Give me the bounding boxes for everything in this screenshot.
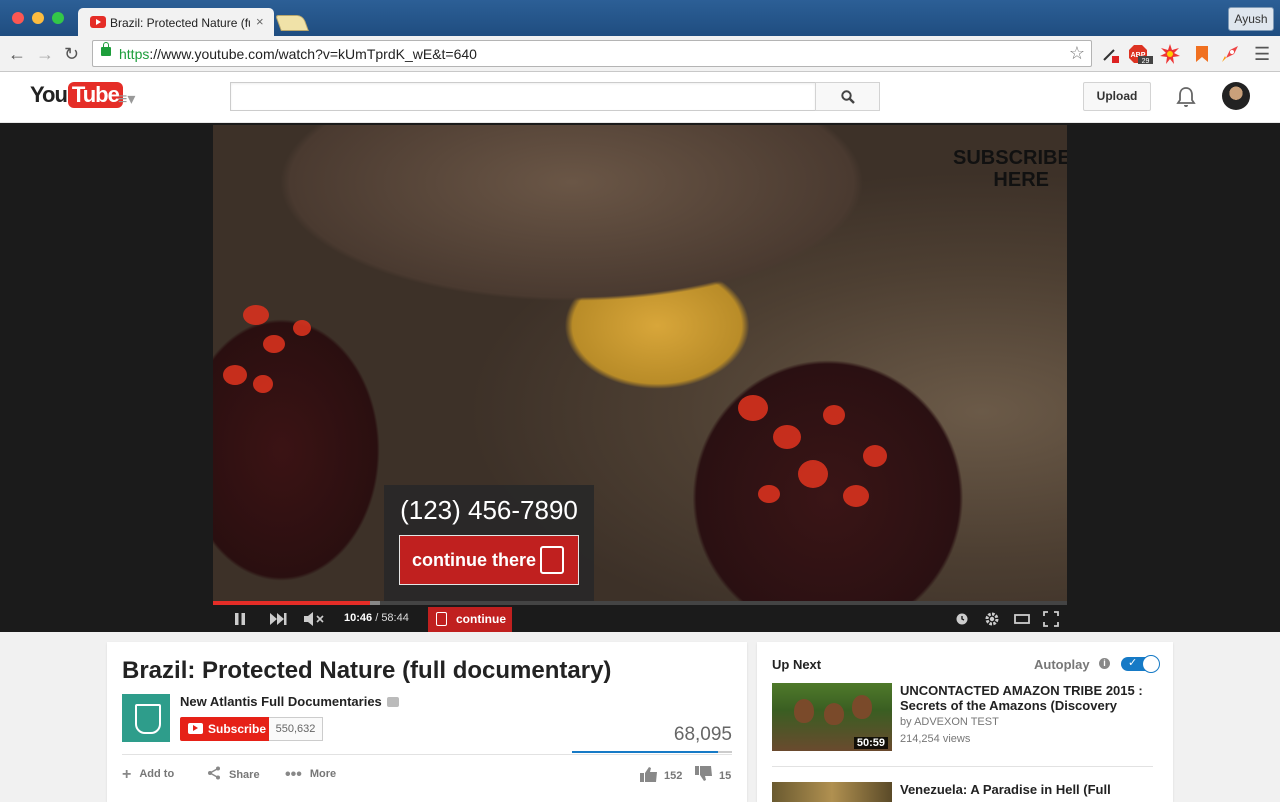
guide-menu-icon[interactable]: ≡▾	[118, 89, 135, 109]
divider	[772, 766, 1153, 767]
url-text: https://www.youtube.com/watch?v=kUmTprdK…	[119, 46, 477, 62]
video-thumbnail[interactable]	[772, 782, 892, 802]
fullscreen-icon[interactable]	[1043, 611, 1059, 627]
subscribe-here-watermark[interactable]: SUBSCRIBE HERE	[953, 147, 1067, 191]
video-link-title[interactable]: Venezuela: A Paradise in Hell (Full	[900, 782, 1160, 797]
share-button[interactable]: Share	[207, 766, 260, 781]
continue-button[interactable]: continue	[428, 607, 512, 632]
account-avatar[interactable]	[1222, 82, 1250, 110]
like-button[interactable]: 152	[640, 766, 682, 782]
back-icon[interactable]: ←	[8, 44, 26, 65]
burst-extension-icon[interactable]	[1160, 44, 1180, 64]
watch-later-icon[interactable]	[956, 613, 968, 625]
subscriber-count: 550,632	[269, 717, 323, 741]
browser-toolbar: ← → ↻ https://www.youtube.com/watch?v=kU…	[0, 36, 1280, 72]
search-icon	[841, 90, 855, 104]
forward-icon[interactable]: →	[36, 44, 54, 65]
video-info-card: Brazil: Protected Nature (full documenta…	[107, 642, 747, 802]
browser-titlebar: Brazil: Protected Nature (fu × Ayush	[0, 0, 1280, 36]
settings-gear-icon[interactable]	[984, 611, 1000, 627]
sentiment-bar	[572, 751, 732, 753]
adblock-extension-icon[interactable]: ABP29	[1128, 44, 1154, 64]
up-next-sidebar: Up Next Autoplay i ✓ 50:59 UNCONTACTED A…	[757, 642, 1173, 802]
autoplay-label: Autoplay	[1034, 657, 1090, 672]
bookmark-star-icon[interactable]: ☆	[1069, 43, 1085, 64]
annotation-overlay: (123) 456-7890 continue there	[384, 485, 594, 603]
time-display: 10:46 / 58:44	[344, 612, 409, 624]
up-next-heading: Up Next	[772, 657, 822, 672]
channel-name[interactable]: New Atlantis Full Documentaries	[180, 694, 382, 709]
svg-text:29: 29	[1142, 58, 1150, 64]
new-tab-button[interactable]	[275, 15, 309, 31]
video-frame[interactable]: SUBSCRIBE HERE	[213, 125, 1067, 603]
verified-badge-icon	[387, 697, 399, 707]
notifications-bell-icon[interactable]	[1176, 86, 1196, 108]
video-thumbnail[interactable]: 50:59	[772, 683, 892, 751]
plus-icon: +	[122, 766, 132, 783]
dislike-button[interactable]: 15	[695, 766, 731, 782]
search-button[interactable]	[815, 82, 880, 111]
search-input[interactable]	[230, 82, 816, 111]
pause-icon[interactable]	[233, 612, 247, 626]
mute-icon[interactable]	[304, 612, 326, 626]
close-window-icon[interactable]	[12, 12, 24, 24]
profile-button[interactable]: Ayush	[1228, 7, 1274, 31]
mobile-device-icon	[436, 612, 447, 626]
video-channel: by ADVEXON TEST	[900, 716, 999, 728]
next-icon[interactable]	[270, 613, 288, 625]
browser-menu-icon[interactable]: ☰	[1254, 44, 1270, 65]
video-duration: 50:59	[853, 737, 888, 749]
video-views: 214,254 views	[900, 733, 971, 745]
minimize-window-icon[interactable]	[32, 12, 44, 24]
bookmark-extension-icon[interactable]	[1192, 44, 1212, 64]
reload-icon[interactable]: ↻	[64, 44, 79, 65]
browser-tab[interactable]: Brazil: Protected Nature (fu ×	[78, 8, 274, 36]
youtube-masthead: You Tube ≡▾ Upload	[0, 72, 1280, 123]
youtube-play-icon	[188, 723, 203, 734]
rocket-extension-icon[interactable]	[1220, 44, 1240, 64]
lock-icon	[101, 42, 111, 56]
share-icon	[208, 766, 220, 780]
video-title: Brazil: Protected Nature (full documenta…	[122, 657, 612, 684]
more-dots-icon: •••	[285, 766, 302, 783]
channel-logo[interactable]	[122, 694, 170, 742]
autoplay-toggle[interactable]: ✓	[1121, 655, 1160, 673]
youtube-favicon-icon	[90, 16, 106, 28]
tab-title: Brazil: Protected Nature (fu	[110, 16, 250, 30]
address-bar[interactable]: https://www.youtube.com/watch?v=kUmTprdK…	[92, 40, 1092, 67]
eyedropper-extension-icon[interactable]	[1100, 44, 1120, 64]
divider	[122, 754, 732, 755]
player-controls: 10:46 / 58:44 continue	[213, 605, 1067, 632]
subscribe-button[interactable]: Subscribe	[180, 717, 269, 741]
maximize-window-icon[interactable]	[52, 12, 64, 24]
mobile-device-icon	[540, 546, 564, 574]
info-icon[interactable]: i	[1099, 658, 1110, 669]
thumbs-up-icon	[640, 767, 657, 782]
video-link-title[interactable]: UNCONTACTED AMAZON TRIBE 2015 : Secrets …	[900, 683, 1160, 713]
thumbs-down-icon	[695, 766, 712, 781]
overlay-phone-number: (123) 456-7890	[400, 495, 578, 525]
view-count: 68,095	[673, 724, 732, 745]
add-to-button[interactable]: + Add to	[122, 766, 174, 784]
youtube-logo[interactable]: You Tube	[30, 82, 123, 112]
sentiment-likes	[572, 751, 718, 753]
theater-mode-icon[interactable]	[1014, 613, 1030, 625]
more-actions-button[interactable]: ••• More	[285, 766, 336, 784]
checkmark-icon: ✓	[1128, 657, 1138, 669]
upload-button[interactable]: Upload	[1083, 82, 1151, 111]
continue-there-button[interactable]: continue there	[399, 535, 579, 585]
tab-close-icon[interactable]: ×	[256, 14, 264, 29]
